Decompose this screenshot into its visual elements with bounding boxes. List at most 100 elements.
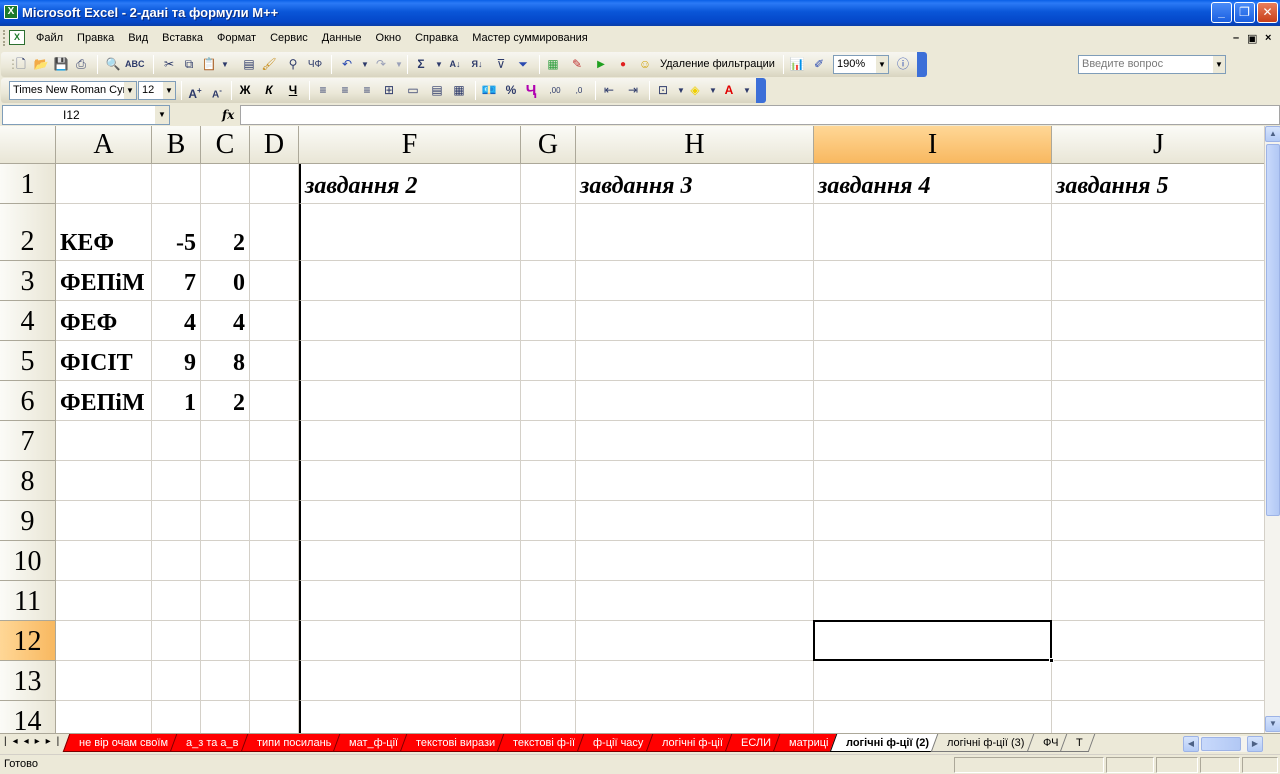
cell-b12[interactable] (152, 621, 201, 661)
sheet-navigation[interactable]: |◂◂▸▸| (4, 736, 65, 747)
cell-c1[interactable] (201, 164, 250, 204)
font-size-select[interactable]: 12 ▼ (138, 81, 176, 100)
menu-item[interactable]: Окно (370, 32, 410, 44)
cell-a2[interactable]: КЕФ (56, 204, 152, 261)
cell-h10[interactable] (576, 541, 814, 581)
paste-dropdown-icon[interactable]: ▼ (217, 55, 233, 74)
cell-h3[interactable] (576, 261, 814, 301)
cell-i11[interactable] (814, 581, 1052, 621)
run-macro-icon[interactable]: ▶ (593, 55, 609, 74)
cell-c8[interactable] (201, 461, 250, 501)
insert-hyperlink-icon[interactable]: ⚲ (285, 55, 301, 74)
cell-a9[interactable] (56, 501, 152, 541)
cell-f5[interactable] (299, 341, 521, 381)
close-button[interactable]: ✕ (1257, 2, 1278, 23)
menu-item[interactable]: Формат (211, 32, 264, 44)
cell-d14[interactable] (250, 701, 299, 733)
cell-h4[interactable] (576, 301, 814, 341)
cell-g4[interactable] (521, 301, 576, 341)
row-header-10[interactable]: 10 (0, 541, 56, 581)
cell-f7[interactable] (299, 421, 521, 461)
cell-c7[interactable] (201, 421, 250, 461)
maximize-button[interactable]: ❐ (1234, 2, 1255, 23)
align-left-icon[interactable]: ≡ (315, 81, 331, 100)
cell-c2[interactable]: 2 (201, 204, 250, 261)
cell-i9[interactable] (814, 501, 1052, 541)
cell-h14[interactable] (576, 701, 814, 733)
sort-ascending-icon[interactable]: A↓ (447, 55, 463, 74)
cell-c4[interactable]: 4 (201, 301, 250, 341)
cell-i13[interactable] (814, 661, 1052, 701)
column-header-g[interactable]: G (521, 126, 576, 164)
cell-c3[interactable]: 0 (201, 261, 250, 301)
cell-i2[interactable] (814, 204, 1052, 261)
scroll-left-icon[interactable]: ◀ (1183, 736, 1199, 752)
menu-item[interactable]: Сервис (264, 32, 316, 44)
cell-g10[interactable] (521, 541, 576, 581)
copy-icon[interactable]: ⧉ (181, 55, 197, 74)
cell-f3[interactable] (299, 261, 521, 301)
cell-i12[interactable] (814, 621, 1052, 661)
cell-i14[interactable] (814, 701, 1052, 733)
zoom-select[interactable]: 190% ▼ (833, 55, 889, 74)
cell-i10[interactable] (814, 541, 1052, 581)
cell-c5[interactable]: 8 (201, 341, 250, 381)
chevron-down-icon[interactable]: ▼ (155, 106, 169, 124)
cell-g6[interactable] (521, 381, 576, 421)
align-center-icon[interactable]: ≡ (337, 81, 353, 100)
cell-a8[interactable] (56, 461, 152, 501)
cell-f12[interactable] (299, 621, 521, 661)
horizontal-scrollbar[interactable]: ◀ ▶ (1183, 736, 1263, 752)
name-box[interactable]: I12 ▼ (2, 105, 170, 125)
cell-i6[interactable] (814, 381, 1052, 421)
increase-indent-icon[interactable]: ⇥ (625, 81, 641, 100)
cell-a4[interactable]: ФЕФ (56, 301, 152, 341)
grid-icon[interactable]: ▦ (451, 81, 467, 100)
cell-d8[interactable] (250, 461, 299, 501)
cell-f11[interactable] (299, 581, 521, 621)
cell-c12[interactable] (201, 621, 250, 661)
row-header-11[interactable]: 11 (0, 581, 56, 621)
cell-a6[interactable]: ФЕПіМ (56, 381, 152, 421)
cell-g5[interactable] (521, 341, 576, 381)
cell-h1[interactable]: завдання 3 (576, 164, 814, 204)
help-icon[interactable]: ⓘ (895, 55, 911, 74)
cell-j4[interactable] (1052, 301, 1264, 341)
cell-g13[interactable] (521, 661, 576, 701)
cell-b11[interactable] (152, 581, 201, 621)
worksheet-grid[interactable]: A B C D F G H I J 1 2 3 4 5 6 7 8 9 10 11 12 13 14 завдання 2 за… (0, 126, 1264, 733)
cell-g2[interactable] (521, 204, 576, 261)
cell-a14[interactable] (56, 701, 152, 733)
row-header-8[interactable]: 8 (0, 461, 56, 501)
font-color-dropdown-icon[interactable]: ▼ (739, 81, 755, 100)
menu-item[interactable]: Правка (71, 32, 122, 44)
cell-d1[interactable] (250, 164, 299, 204)
cell-d3[interactable] (250, 261, 299, 301)
open-folder-icon[interactable]: 📂 (33, 55, 49, 74)
column-header-a[interactable]: A (56, 126, 152, 164)
paste-icon[interactable]: 📋 (201, 55, 217, 74)
sheet-tab[interactable]: типи посилань (240, 734, 344, 752)
cell-h5[interactable] (576, 341, 814, 381)
cell-c9[interactable] (201, 501, 250, 541)
row-header-2[interactable]: 2 (0, 204, 56, 261)
row-header-1[interactable]: 1 (0, 164, 56, 204)
cell-b6[interactable]: 1 (152, 381, 201, 421)
scroll-right-icon[interactable]: ▶ (1247, 736, 1263, 752)
cell-f10[interactable] (299, 541, 521, 581)
cell-a3[interactable]: ФЕПіМ (56, 261, 152, 301)
cell-j12[interactable] (1052, 621, 1264, 661)
cell-i1[interactable]: завдання 4 (814, 164, 1052, 204)
formula-input[interactable] (240, 105, 1280, 125)
cell-j13[interactable] (1052, 661, 1264, 701)
cell-f13[interactable] (299, 661, 521, 701)
sheet-tab[interactable]: текстові ф-ії (496, 734, 588, 752)
smiley-icon[interactable]: ☺ (637, 55, 653, 74)
row-header-5[interactable]: 5 (0, 341, 56, 381)
cell-f1[interactable]: завдання 2 (299, 164, 521, 204)
underline-icon[interactable]: Ч (285, 81, 301, 100)
cell-a7[interactable] (56, 421, 152, 461)
drawing-icon[interactable]: ✎ (569, 55, 585, 74)
align-right-icon[interactable]: ≡ (359, 81, 375, 100)
increase-decimal-icon[interactable]: ,00 (547, 81, 563, 100)
